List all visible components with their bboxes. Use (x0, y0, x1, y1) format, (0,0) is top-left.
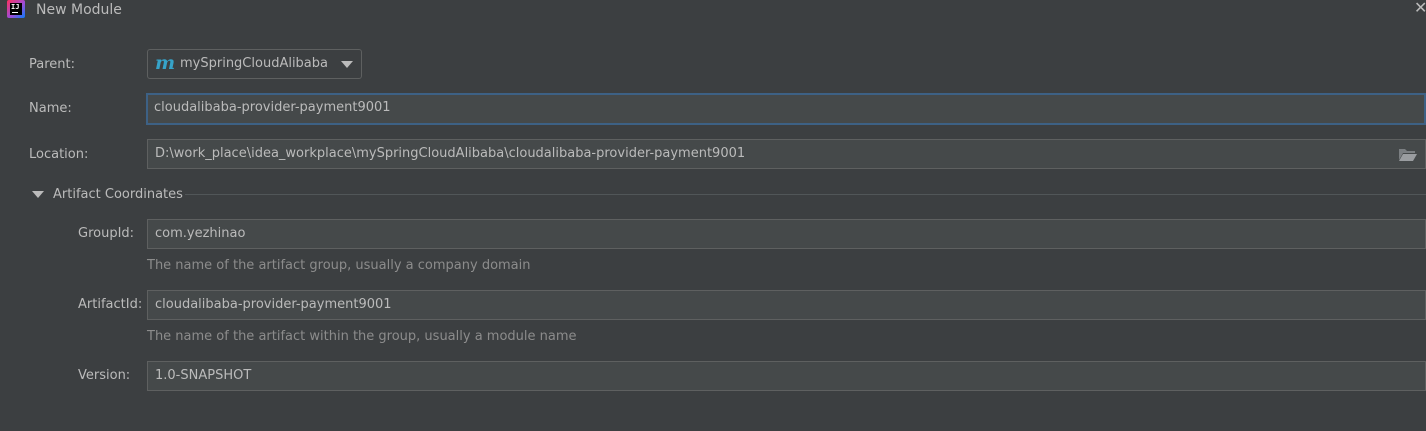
parent-value: mySpringCloudAlibaba (180, 56, 328, 71)
artifactid-hint: The name of the artifact within the grou… (147, 329, 577, 344)
location-label: Location: (29, 147, 89, 162)
browse-folder-icon[interactable] (1398, 147, 1418, 162)
parent-label: Parent: (29, 57, 75, 72)
chevron-down-icon (341, 61, 353, 68)
groupid-hint: The name of the artifact group, usually … (147, 258, 531, 273)
version-input[interactable]: 1.0-SNAPSHOT (147, 361, 1426, 391)
maven-module-icon: m (155, 52, 176, 74)
collapse-arrow-icon[interactable] (32, 191, 44, 198)
window-title: New Module (36, 2, 122, 18)
section-divider (185, 194, 1426, 195)
location-input[interactable]: D:\work_place\idea_workplace\mySpringClo… (147, 139, 1426, 169)
artifactid-label: ArtifactId: (78, 297, 143, 312)
artifactid-input[interactable]: cloudalibaba-provider-payment9001 (147, 290, 1426, 320)
name-label: Name: (29, 101, 72, 116)
name-input[interactable]: cloudalibaba-provider-payment9001 (146, 93, 1426, 125)
groupid-input[interactable]: com.yezhinao (147, 219, 1426, 249)
intellij-app-icon: IJ (7, 0, 25, 18)
groupid-label: GroupId: (78, 226, 135, 241)
artifact-coordinates-title[interactable]: Artifact Coordinates (53, 187, 183, 202)
parent-select[interactable]: m mySpringCloudAlibaba (147, 49, 362, 79)
close-icon[interactable]: ✕ (1414, 0, 1426, 17)
title-bar: IJ New Module ✕ (0, 0, 1426, 22)
version-label: Version: (78, 368, 131, 383)
